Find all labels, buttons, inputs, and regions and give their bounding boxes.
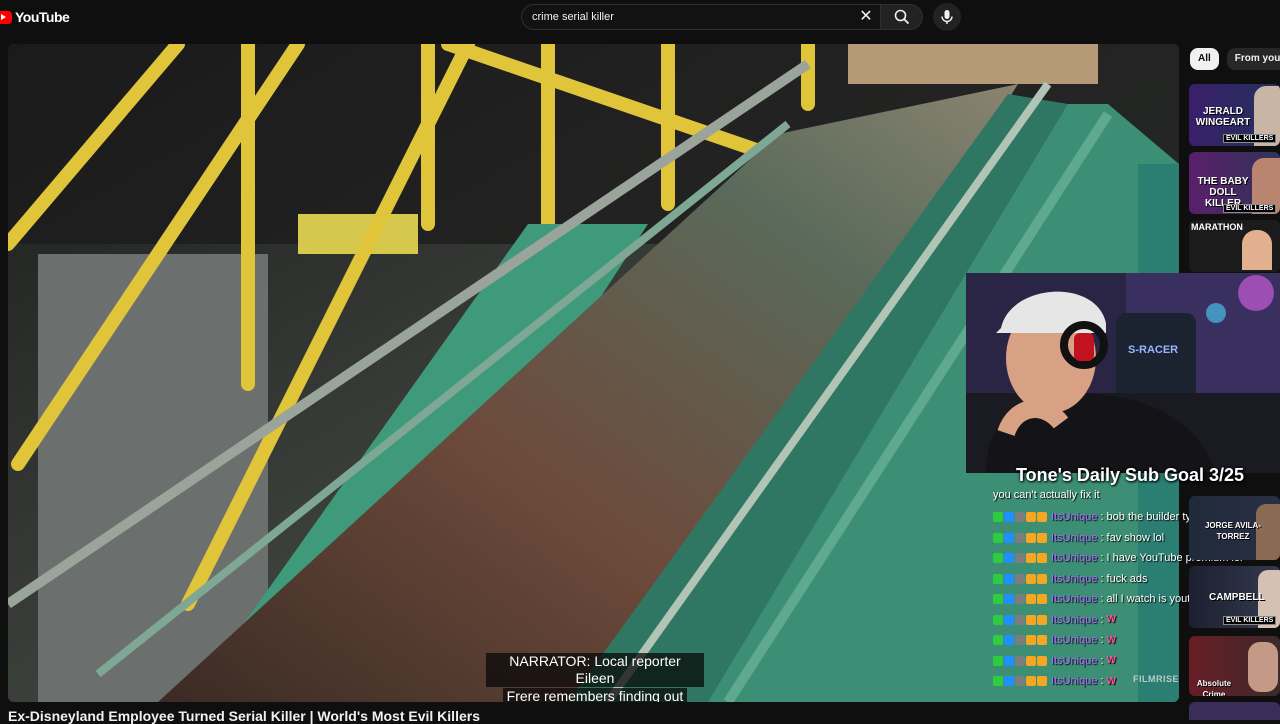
thumbnail-title: Absolute Crime [1196, 679, 1232, 696]
chat-separator: : [1100, 572, 1104, 585]
thumbnail-badge: EVIL KILLERS [1223, 616, 1277, 625]
chat-emote: W [1106, 655, 1116, 667]
chat-username: ItsUnique [1051, 634, 1098, 647]
related-video-thumbnail-partial[interactable] [1189, 702, 1280, 720]
caption-line-2: Frere remembers finding out [502, 688, 688, 702]
chat-separator: : [1100, 675, 1104, 688]
chip-all[interactable]: All [1190, 48, 1219, 70]
youtube-play-icon [0, 10, 12, 24]
thumbnail-title: JERALD WINGEART [1195, 106, 1251, 128]
related-video-thumbnail[interactable]: THE BABY DOLL KILLER EVIL KILLERS [1189, 152, 1280, 214]
close-icon[interactable]: ✕ [858, 9, 874, 25]
chat-username: ItsUnique [1051, 552, 1098, 565]
chat-username: ItsUnique [1051, 511, 1098, 524]
search-button[interactable] [881, 4, 923, 30]
video-captions: NARRATOR: Local reporter Eileen Frere re… [486, 653, 704, 702]
caption-line-1: NARRATOR: Local reporter Eileen [486, 653, 704, 687]
chat-separator: : [1100, 511, 1104, 524]
chat-text: fuck ads [1106, 572, 1148, 585]
filmrise-watermark: FILMRISE [1133, 674, 1179, 684]
thumbnail-title: MARATHON [1191, 222, 1243, 232]
chat-separator: : [1100, 634, 1104, 647]
search-input[interactable]: crime serial killer ✕ [521, 4, 881, 30]
thumbnail-title: JORGE AVILA-TORREZ [1204, 521, 1261, 541]
related-video-thumbnail[interactable]: Absolute Crime [1189, 636, 1280, 696]
chat-username: ItsUnique [1051, 531, 1098, 544]
search-icon [894, 9, 909, 25]
top-bar: YouTube crime serial killer ✕ [0, 0, 1280, 34]
chat-badges-icon [993, 614, 1047, 625]
chat-username: ItsUnique [1051, 613, 1098, 626]
thumbnail-badge: EVIL KILLERS [1223, 204, 1277, 213]
chat-separator: : [1100, 531, 1104, 544]
chat-username: ItsUnique [1051, 654, 1098, 667]
chat-separator: : [1100, 613, 1104, 626]
chat-badges-icon [993, 594, 1047, 605]
chat-badges-icon [993, 655, 1047, 666]
related-video-thumbnail[interactable]: JORGE AVILA-TORREZ [1189, 496, 1280, 560]
chat-badges-icon [993, 635, 1047, 646]
chat-username: ItsUnique [1051, 593, 1098, 606]
sub-goal-text: Tone's Daily Sub Goal 3/25 [1015, 465, 1244, 485]
thumbnail-badge: EVIL KILLERS [1223, 134, 1277, 143]
chat-badges-icon [993, 532, 1047, 543]
chat-badges-icon [993, 512, 1047, 523]
chat-username: ItsUnique [1051, 675, 1098, 688]
voice-search-button[interactable] [933, 3, 961, 31]
chat-badges-icon [993, 573, 1047, 584]
microphone-icon [941, 10, 953, 24]
webcam-image: S-RACER [966, 273, 1280, 473]
chat-emote: W [1106, 675, 1116, 687]
chat-emote: W [1106, 634, 1116, 646]
youtube-logo[interactable]: YouTube [0, 7, 70, 27]
search-query[interactable]: crime serial killer [532, 11, 614, 23]
chat-username: ItsUnique [1051, 572, 1098, 585]
chat-text: fav show lol [1106, 531, 1165, 544]
chat-separator: : [1100, 654, 1104, 667]
thumbnail-title: CAMPBELL [1209, 592, 1265, 603]
streamer-webcam: S-RACER [966, 273, 1280, 473]
chat-separator: : [1100, 552, 1104, 565]
related-video-thumbnail[interactable]: CAMPBELL EVIL KILLERS [1189, 566, 1280, 628]
chat-badges-icon [993, 676, 1047, 687]
video-title: Ex-Disneyland Employee Turned Serial Kil… [8, 708, 480, 724]
chat-separator: : [1100, 593, 1104, 606]
svg-text:S-RACER: S-RACER [1128, 344, 1178, 356]
chat-emote: W [1106, 614, 1116, 626]
chat-badges-icon [993, 553, 1047, 564]
related-video-thumbnail[interactable]: JERALD WINGEART EVIL KILLERS [1189, 84, 1280, 146]
filter-chips: All From your s [1190, 48, 1280, 70]
logo-text: YouTube [15, 9, 70, 25]
chip-from-your-search[interactable]: From your s [1226, 48, 1280, 70]
